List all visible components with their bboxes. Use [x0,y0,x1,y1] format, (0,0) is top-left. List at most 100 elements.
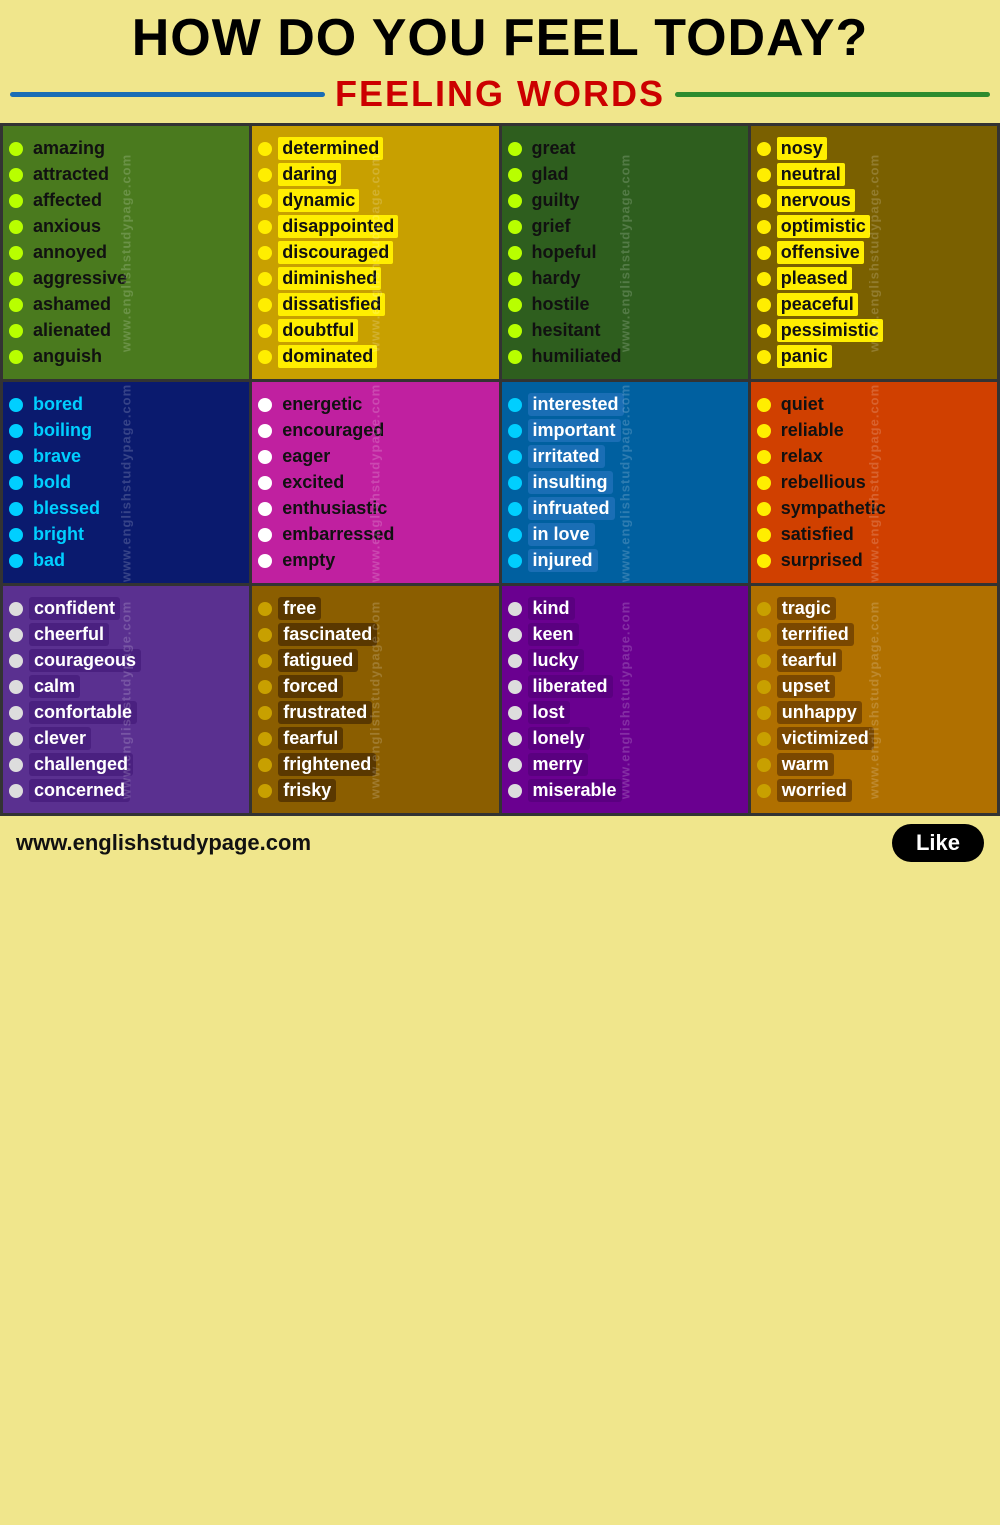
word-label: discouraged [278,241,393,264]
word-item: sympathetic [757,497,991,520]
word-dot [508,502,522,516]
word-dot [508,680,522,694]
word-label: infruated [528,497,615,520]
word-label: tragic [777,597,836,620]
word-item: encouraged [258,419,492,442]
grid-cell-r3c4: www.englishstudypage.comtragicterrifiedt… [751,586,997,813]
word-item: doubtful [258,319,492,342]
word-label: surprised [777,549,867,572]
word-label: anguish [29,345,106,368]
word-item: infruated [508,497,742,520]
word-item: frisky [258,779,492,802]
word-label: liberated [528,675,613,698]
word-item: humiliated [508,345,742,368]
grid-cell-r1c3: www.englishstudypage.comgreatgladguiltyg… [502,126,748,379]
word-item: alienated [9,319,243,342]
word-dot [508,220,522,234]
word-dot [258,450,272,464]
word-label: peaceful [777,293,858,316]
word-dot [9,602,23,616]
word-label: bold [29,471,75,494]
word-dot [757,476,771,490]
like-button[interactable]: Like [892,824,984,862]
word-dot [757,350,771,364]
word-item: attracted [9,163,243,186]
grid-cell-r2c4: www.englishstudypage.comquietreliablerel… [751,382,997,583]
word-item: offensive [757,241,991,264]
word-dot [258,142,272,156]
word-item: embarressed [258,523,492,546]
word-item: cheerful [9,623,243,646]
word-label: bored [29,393,87,416]
word-label: enthusiastic [278,497,391,520]
word-label: nosy [777,137,827,160]
word-dot [508,142,522,156]
word-item: eager [258,445,492,468]
word-label: courageous [29,649,141,672]
word-label: encouraged [278,419,388,442]
word-label: interested [528,393,624,416]
word-label: daring [278,163,341,186]
word-item: optimistic [757,215,991,238]
subtitle-bar: FEELING WORDS [10,73,990,115]
word-dot [258,732,272,746]
word-item: keen [508,623,742,646]
word-label: unhappy [777,701,862,724]
word-label: worried [777,779,852,802]
word-label: rebellious [777,471,870,494]
word-dot [258,324,272,338]
word-item: frustrated [258,701,492,724]
word-item: pessimistic [757,319,991,342]
word-item: aggressive [9,267,243,290]
word-dot [757,758,771,772]
word-label: concerned [29,779,130,802]
word-dot [757,654,771,668]
word-dot [258,706,272,720]
word-label: nervous [777,189,855,212]
word-item: grief [508,215,742,238]
word-dot [508,194,522,208]
word-item: dominated [258,345,492,368]
word-label: determined [278,137,383,160]
word-item: injured [508,549,742,572]
word-dot [9,194,23,208]
word-label: lucky [528,649,584,672]
word-label: great [528,137,580,160]
word-dot [9,476,23,490]
word-item: terrified [757,623,991,646]
word-item: fearful [258,727,492,750]
word-dot [757,272,771,286]
word-item: lonely [508,727,742,750]
word-label: warm [777,753,834,776]
word-item: hesitant [508,319,742,342]
word-dot [508,628,522,642]
word-item: clever [9,727,243,750]
word-label: grief [528,215,575,238]
word-label: attracted [29,163,113,186]
word-item: confortable [9,701,243,724]
word-label: blessed [29,497,104,520]
word-dot [258,272,272,286]
word-label: forced [278,675,343,698]
word-dot [508,398,522,412]
word-dot [258,628,272,642]
word-dot [508,450,522,464]
word-dot [9,784,23,798]
word-item: dissatisfied [258,293,492,316]
word-dot [9,758,23,772]
word-dot [9,142,23,156]
word-grid: www.englishstudypage.comamazingattracted… [0,123,1000,816]
word-label: upset [777,675,835,698]
grid-cell-r1c2: www.englishstudypage.comdetermineddaring… [252,126,498,379]
word-item: anxious [9,215,243,238]
word-label: bright [29,523,88,546]
word-dot [9,350,23,364]
word-label: satisfied [777,523,858,546]
word-item: kind [508,597,742,620]
word-item: tearful [757,649,991,672]
word-item: insulting [508,471,742,494]
word-dot [757,628,771,642]
word-dot [508,350,522,364]
word-dot [508,324,522,338]
word-item: worried [757,779,991,802]
